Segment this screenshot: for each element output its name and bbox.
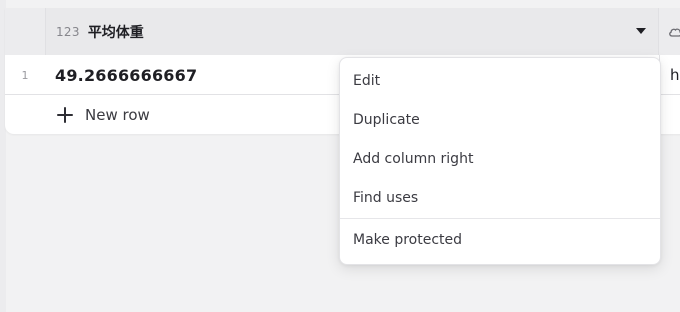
menu-item-make-protected[interactable]: Make protected — [340, 225, 660, 255]
next-table-cell[interactable]: h — [670, 55, 680, 95]
column-context-menu: Edit Duplicate Add column right Find use… — [339, 57, 661, 265]
menu-divider — [340, 218, 660, 219]
menu-item-duplicate[interactable]: Duplicate — [340, 105, 660, 135]
column-name: 平均体重 — [87, 24, 144, 41]
plus-icon — [57, 107, 73, 123]
column-header-average-weight[interactable]: 123 平均体重 — [45, 8, 659, 55]
menu-item-find-uses[interactable]: Find uses — [340, 183, 660, 213]
row-number: 1 — [21, 68, 29, 82]
column-type-badge: 123 — [56, 24, 80, 39]
stage: 123 平均体重 1 49.2666666667 h New row Edit … — [0, 0, 680, 312]
corner-cell — [5, 8, 45, 55]
chevron-down-icon[interactable] — [636, 28, 646, 34]
table-cell[interactable]: 49.2666666667 — [55, 55, 197, 95]
menu-item-edit[interactable]: Edit — [340, 66, 660, 96]
menu-item-add-column-right[interactable]: Add column right — [340, 144, 660, 174]
new-row-label: New row — [85, 106, 150, 124]
new-row-button[interactable]: New row — [55, 102, 150, 128]
table-header-row: 123 平均体重 — [5, 8, 680, 55]
cloud-icon — [669, 28, 680, 37]
